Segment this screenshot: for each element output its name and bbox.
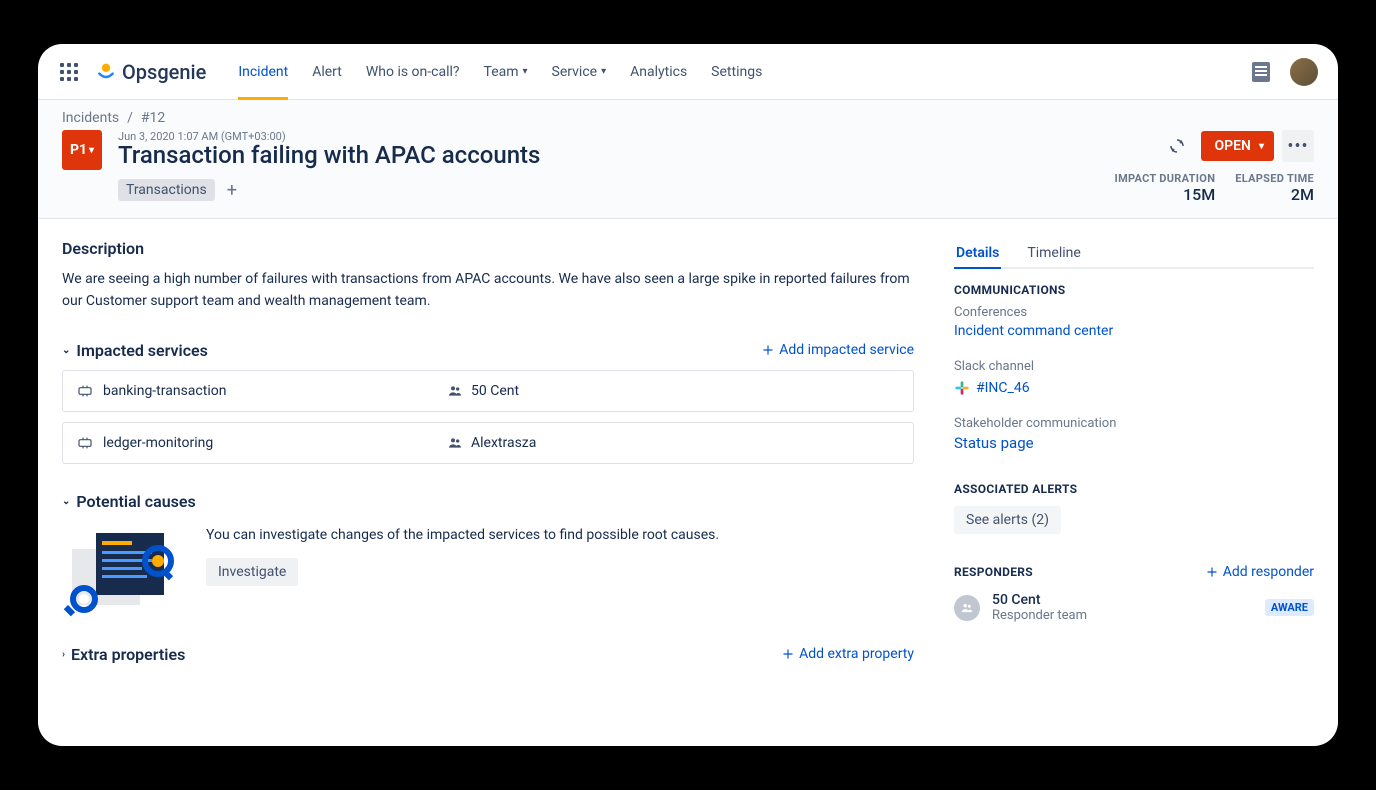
- incident-title: Transaction failing with APAC accounts: [118, 141, 1115, 169]
- plus-icon: [1205, 565, 1219, 579]
- breadcrumb-leaf[interactable]: #12: [141, 110, 165, 126]
- priority-badge[interactable]: P1 ▾: [62, 130, 102, 170]
- service-row[interactable]: ledger-monitoring Alextrasza: [62, 422, 914, 464]
- nav-team[interactable]: Team ▾: [472, 44, 540, 100]
- status-button[interactable]: OPEN ▾: [1201, 131, 1274, 161]
- slack-channel-link[interactable]: #INC_46: [976, 380, 1030, 396]
- elapsed-time-label: ELAPSED TIME: [1235, 172, 1314, 185]
- causes-text: You can investigate changes of the impac…: [206, 525, 719, 546]
- add-tag-button[interactable]: +: [223, 180, 241, 201]
- service-team: 50 Cent: [471, 383, 519, 399]
- team-icon: [447, 435, 463, 451]
- impact-duration-value: 15M: [1115, 185, 1216, 204]
- chevron-down-icon: ▾: [1259, 141, 1264, 152]
- refresh-icon[interactable]: [1161, 130, 1193, 162]
- team-icon: [447, 383, 463, 399]
- slack-icon: [954, 380, 970, 396]
- incident-command-center-link[interactable]: Incident command center: [954, 323, 1314, 339]
- chevron-down-icon: ⌄: [62, 496, 70, 507]
- breadcrumb-root[interactable]: Incidents: [62, 110, 119, 126]
- tab-details[interactable]: Details: [954, 239, 1001, 269]
- help-docs-icon[interactable]: [1252, 62, 1270, 82]
- nav-incident[interactable]: Incident: [226, 44, 300, 100]
- impact-duration-label: IMPACT DURATION: [1115, 172, 1216, 185]
- impacted-services-toggle[interactable]: ⌄ Impacted services: [62, 341, 208, 360]
- associated-alerts-label: ASSOCIATED ALERTS: [954, 482, 1314, 496]
- service-name: banking-transaction: [103, 383, 226, 399]
- extra-properties-toggle[interactable]: › Extra properties: [62, 645, 185, 664]
- team-avatar-icon: [954, 595, 980, 621]
- investigate-illustration: [62, 525, 182, 617]
- nav-alert[interactable]: Alert: [300, 44, 354, 100]
- brand-name: Opsgenie: [122, 60, 206, 84]
- status-page-link[interactable]: Status page: [954, 434, 1314, 452]
- opsgenie-icon: [96, 62, 116, 82]
- slack-channel-label: Slack channel: [954, 359, 1314, 374]
- brand-logo[interactable]: Opsgenie: [96, 60, 206, 84]
- user-avatar[interactable]: [1290, 58, 1318, 86]
- stakeholder-communication-label: Stakeholder communication: [954, 416, 1314, 431]
- responder-name: 50 Cent: [992, 592, 1253, 608]
- plus-icon: [761, 343, 775, 357]
- aware-badge: AWARE: [1265, 599, 1314, 616]
- service-name: ledger-monitoring: [103, 435, 213, 451]
- tag[interactable]: Transactions: [118, 179, 215, 201]
- more-actions-button[interactable]: •••: [1282, 130, 1314, 162]
- description-body: We are seeing a high number of failures …: [62, 268, 914, 313]
- breadcrumb: Incidents / #12: [62, 110, 1314, 126]
- investigate-button[interactable]: Investigate: [206, 558, 298, 586]
- add-responder-button[interactable]: Add responder: [1205, 564, 1314, 580]
- add-impacted-service-button[interactable]: Add impacted service: [761, 342, 914, 358]
- service-icon: [77, 435, 93, 451]
- elapsed-time-value: 2M: [1235, 185, 1314, 204]
- nav-service[interactable]: Service ▾: [540, 44, 619, 100]
- conferences-label: Conferences: [954, 305, 1314, 320]
- chevron-down-icon: ▾: [601, 66, 606, 77]
- add-extra-property-button[interactable]: Add extra property: [781, 646, 914, 662]
- tab-timeline[interactable]: Timeline: [1025, 239, 1082, 269]
- nav-analytics[interactable]: Analytics: [618, 44, 699, 100]
- description-heading: Description: [62, 239, 914, 258]
- plus-icon: [781, 647, 795, 661]
- service-icon: [77, 383, 93, 399]
- chevron-down-icon: ▾: [89, 145, 94, 156]
- potential-causes-toggle[interactable]: ⌄ Potential causes: [62, 492, 196, 511]
- app-switcher-icon[interactable]: [58, 61, 80, 83]
- responder-role: Responder team: [992, 608, 1253, 623]
- responders-label: RESPONDERS: [954, 565, 1033, 579]
- communications-label: COMMUNICATIONS: [954, 283, 1314, 297]
- chevron-down-icon: ▾: [523, 66, 528, 77]
- service-row[interactable]: banking-transaction 50 Cent: [62, 370, 914, 412]
- chevron-right-icon: ›: [62, 649, 65, 660]
- chevron-down-icon: ⌄: [62, 345, 70, 356]
- nav-settings[interactable]: Settings: [699, 44, 774, 100]
- service-team: Alextrasza: [471, 435, 536, 451]
- nav-who-on-call[interactable]: Who is on-call?: [354, 44, 472, 100]
- responder-row[interactable]: 50 Cent Responder team AWARE: [954, 592, 1314, 623]
- see-alerts-button[interactable]: See alerts (2): [954, 506, 1061, 534]
